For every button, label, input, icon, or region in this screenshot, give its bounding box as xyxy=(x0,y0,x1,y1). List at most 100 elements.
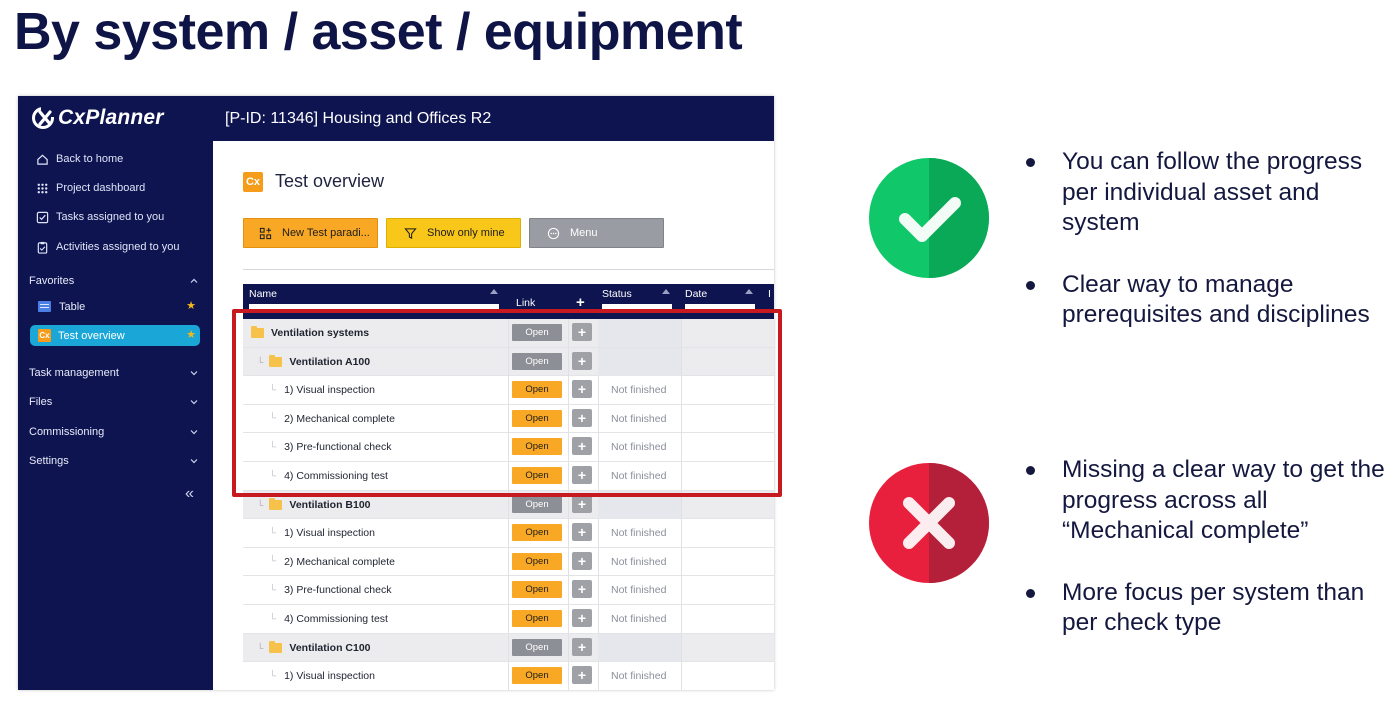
row-name-cell: └ 2) Mechanical complete xyxy=(269,548,395,576)
open-button[interactable]: Open xyxy=(512,495,562,513)
tree-branch-icon: └ xyxy=(269,556,277,568)
column-status[interactable]: Status xyxy=(602,288,632,300)
clipboard-icon xyxy=(37,241,48,254)
row-label: 4) Commissioning test xyxy=(284,613,388,625)
favorite-label: Table xyxy=(59,300,86,313)
brand-logo[interactable]: CxPlanner xyxy=(31,106,164,130)
table-row[interactable]: └ 3) Pre-functional check Open + Not finishe… xyxy=(243,576,774,605)
status-cell xyxy=(598,633,681,662)
cons-list: Missing a clear way to get the progress … xyxy=(1022,455,1394,670)
star-icon[interactable]: ★ xyxy=(186,328,196,341)
status-text: Not finished xyxy=(611,670,667,683)
cell-divider xyxy=(568,519,569,548)
table-row[interactable]: └ 1) Visual inspection Open + Not finished xyxy=(243,519,774,548)
cell-divider xyxy=(508,605,509,633)
column-name[interactable]: Name xyxy=(249,288,277,300)
menu-button[interactable]: Menu xyxy=(529,218,664,248)
favorite-test-overview[interactable]: Cx Test overview ★ xyxy=(30,325,200,346)
column-date[interactable]: Date xyxy=(685,288,707,300)
new-test-paradigm-button[interactable]: New Test paradi... xyxy=(243,218,378,248)
nav-label: Tasks assigned to you xyxy=(56,211,165,223)
open-button[interactable]: Open xyxy=(512,524,562,542)
table-row[interactable]: └ 4) Commissioning test Open + Not finished xyxy=(243,605,774,634)
pros-list: You can follow the progress per individu… xyxy=(1022,147,1394,362)
row-label: 1) Visual inspection xyxy=(284,527,375,540)
tree-branch-icon: └ xyxy=(269,584,277,596)
check-badge xyxy=(869,158,989,278)
open-button[interactable]: Open xyxy=(512,638,562,656)
nav-project-dashboard[interactable]: Project dashboard xyxy=(36,179,145,197)
open-button[interactable]: Open xyxy=(512,581,562,599)
add-link-button[interactable]: + xyxy=(572,494,592,513)
section-label: Files xyxy=(29,396,53,408)
filter-icon xyxy=(404,227,417,239)
add-grid-icon xyxy=(259,227,272,239)
cell-divider xyxy=(681,633,682,662)
table-group-row[interactable]: └ Ventilation C100 Open + xyxy=(243,633,774,663)
add-link-button[interactable]: + xyxy=(572,523,592,542)
button-label: Menu xyxy=(570,227,598,239)
check-icon xyxy=(869,158,989,278)
show-only-mine-button[interactable]: Show only mine xyxy=(386,218,521,248)
add-link-button[interactable]: + xyxy=(572,666,592,685)
row-name-cell: └ Ventilation C100 xyxy=(257,634,371,662)
cell-divider xyxy=(598,519,599,548)
folder-icon xyxy=(269,640,283,653)
checkbox-icon xyxy=(36,211,49,223)
column-link: Link xyxy=(516,297,536,309)
column-truncated: I xyxy=(768,288,771,300)
chevron-down-icon xyxy=(190,371,198,376)
cross-icon xyxy=(869,463,989,583)
favorite-table[interactable]: Table ★ xyxy=(30,296,200,317)
nav-back-to-home[interactable]: Back to home xyxy=(36,150,123,168)
section-task-management[interactable]: Task management xyxy=(29,364,199,382)
cell-divider xyxy=(568,576,569,605)
section-label: Settings xyxy=(29,455,69,467)
section-settings[interactable]: Settings xyxy=(29,452,199,470)
collapse-sidebar-icon[interactable]: « xyxy=(185,485,194,503)
open-button[interactable]: Open xyxy=(512,667,562,685)
star-icon[interactable]: ★ xyxy=(186,299,196,312)
status-text: Not finished xyxy=(611,527,667,540)
cell-divider xyxy=(568,633,569,662)
section-files[interactable]: Files xyxy=(29,393,199,411)
table-icon xyxy=(38,301,51,312)
project-title: [P-ID: 11346] Housing and Offices R2 xyxy=(225,109,492,127)
sort-icon[interactable] xyxy=(490,289,498,294)
row-name-cell: └ 1) Visual inspection xyxy=(269,519,375,547)
add-link-button[interactable]: + xyxy=(572,580,592,599)
slide-title: By system / asset / equipment xyxy=(14,3,743,61)
open-button[interactable]: Open xyxy=(512,610,562,627)
cell-divider xyxy=(508,576,509,605)
add-link-button[interactable]: + xyxy=(572,551,592,570)
section-commissioning[interactable]: Commissioning xyxy=(29,423,199,441)
cell-divider xyxy=(598,547,599,576)
status-text: Not finished xyxy=(611,555,667,568)
pro-item: Clear way to manage prerequisites and di… xyxy=(1022,270,1394,331)
sort-icon[interactable] xyxy=(662,289,670,294)
add-link-button[interactable]: + xyxy=(572,609,592,627)
open-button[interactable]: Open xyxy=(512,552,562,570)
nav-label: Project dashboard xyxy=(56,182,146,194)
button-label: Show only mine xyxy=(427,227,505,239)
nav-tasks-assigned[interactable]: Tasks assigned to you xyxy=(36,208,164,226)
more-icon xyxy=(547,227,560,239)
cx-icon: Cx xyxy=(38,329,51,342)
cross-badge xyxy=(869,463,989,583)
nav-activities-assigned[interactable]: Activities assigned to you xyxy=(36,238,180,256)
cell-divider xyxy=(508,662,509,690)
tree-branch-icon: └ xyxy=(269,613,277,625)
cell-divider xyxy=(681,605,682,633)
nav-label: Back to home xyxy=(56,153,124,165)
cell-divider xyxy=(681,547,682,576)
cx-logo-icon xyxy=(32,106,55,129)
add-link-button[interactable]: + xyxy=(572,637,592,656)
page-title: Test overview xyxy=(275,171,385,191)
status-text: Not finished xyxy=(611,613,667,625)
table-row[interactable]: └ 1) Visual inspection Open + Not finished xyxy=(243,662,774,690)
cx-icon: Cx xyxy=(243,171,263,192)
row-label: 2) Mechanical complete xyxy=(284,555,395,568)
favorites-header[interactable]: Favorites xyxy=(29,272,199,290)
sort-icon[interactable] xyxy=(745,289,753,294)
table-row[interactable]: └ 2) Mechanical complete Open + Not finished xyxy=(243,547,774,577)
